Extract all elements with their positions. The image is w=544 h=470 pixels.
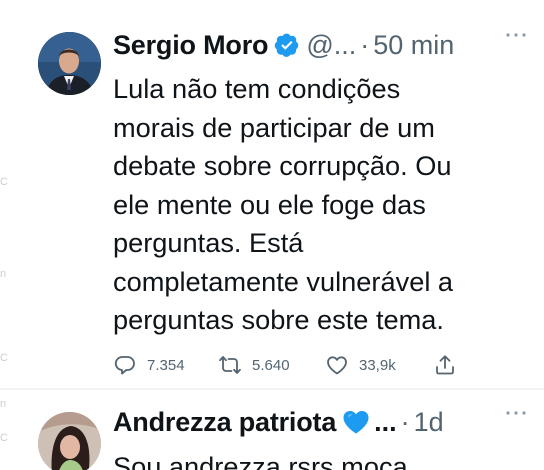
timestamp[interactable]: 50 min: [373, 30, 454, 61]
author-handle-ellipsis[interactable]: ...: [374, 407, 397, 438]
heart-icon: [327, 356, 347, 375]
tweet-actions: 7.354 5.640 33,9k: [113, 351, 463, 379]
share-icon: [436, 355, 454, 375]
author-name[interactable]: Sergio Moro: [113, 30, 269, 61]
like-button[interactable]: 33,9k: [325, 353, 433, 377]
verified-badge-icon: [275, 33, 299, 57]
tweet-text: Lula não tem condições morais de partici…: [113, 73, 454, 335]
author-handle[interactable]: @...: [306, 30, 356, 61]
tweet-divider: [0, 388, 544, 390]
avatar-photo: [38, 32, 101, 95]
tweet[interactable]: Sergio Moro @... · 50 min Lula não tem c…: [0, 18, 544, 388]
like-count: 33,9k: [359, 356, 396, 374]
separator-dot: ·: [400, 406, 410, 437]
tweet-header: Sergio Moro @... · 50 min: [113, 28, 544, 62]
reply-button[interactable]: 7.354: [113, 353, 218, 377]
reply-icon: [114, 356, 135, 375]
retweet-button[interactable]: 5.640: [218, 353, 325, 377]
tweet[interactable]: Andrezza patriota ... · 1d Sou andrezza …: [0, 392, 544, 470]
timestamp[interactable]: 1d: [414, 407, 444, 438]
retweet-icon: [219, 356, 241, 374]
tweet-header: Andrezza patriota ... · 1d: [113, 405, 544, 439]
avatar-photo: [38, 412, 101, 470]
share-button[interactable]: [433, 353, 463, 377]
retweet-count: 5.640: [252, 356, 290, 374]
blue-heart-icon: [343, 411, 369, 434]
more-options-icon[interactable]: [504, 30, 528, 40]
avatar[interactable]: [38, 32, 101, 95]
more-options-icon[interactable]: [504, 408, 528, 418]
author-name[interactable]: Andrezza patriota: [113, 407, 336, 438]
tweet-text: Sou andrezza rsrs moça: [113, 451, 408, 470]
avatar[interactable]: [38, 412, 101, 470]
reply-count: 7.354: [147, 356, 185, 374]
separator-dot: ·: [360, 29, 370, 60]
